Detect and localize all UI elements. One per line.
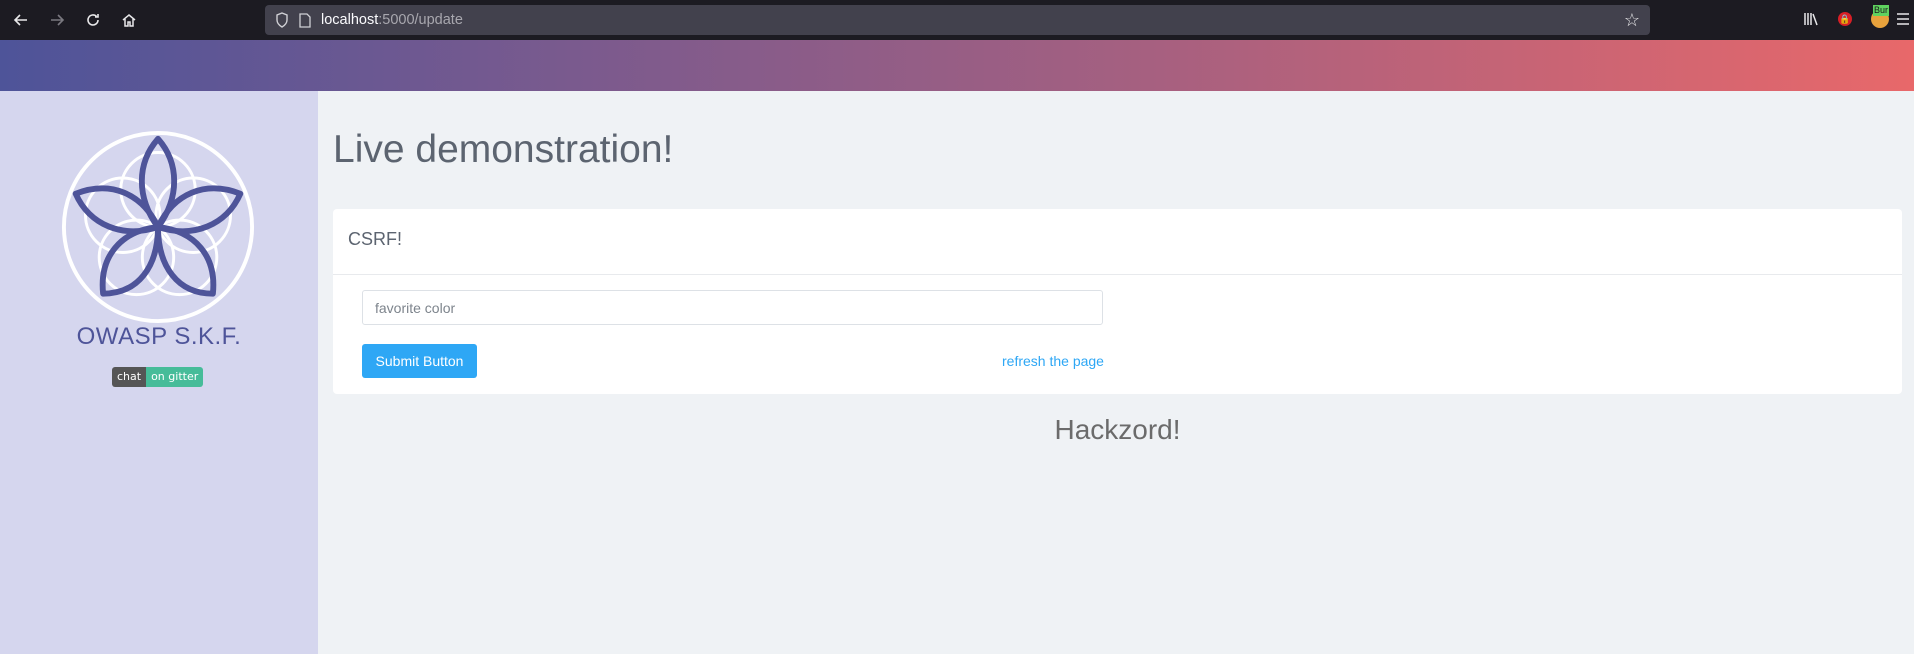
shield-icon[interactable] [275,12,289,28]
burp-extension-icon[interactable]: Bur [1869,5,1891,30]
badge-right: on gitter [146,367,204,387]
card-title: CSRF! [348,229,402,249]
back-button[interactable] [9,8,33,32]
lock-extension-icon[interactable]: 🔒 [1834,8,1856,30]
burp-label: Bur [1873,5,1890,16]
brand-name: OWASP S.K.F. [76,323,242,350]
library-icon[interactable] [1800,8,1822,30]
owasp-skf-logo[interactable] [60,129,256,325]
home-icon [122,14,136,27]
page-title: Live demonstration! [333,128,674,171]
url-path: :5000/update [378,12,463,28]
reload-button[interactable] [81,8,105,32]
hamburger-menu-icon[interactable] [1892,8,1914,30]
header-banner [0,40,1914,91]
reload-icon [87,14,99,26]
arrow-right-icon [51,14,65,26]
sidebar: OWASP S.K.F. chat on gitter [0,91,318,654]
page-icon[interactable] [299,12,311,28]
forward-button[interactable] [45,8,69,32]
star-icon[interactable]: ☆ [1624,10,1640,31]
url-host: localhost [321,12,379,28]
arrow-left-icon [13,14,27,26]
favorite-color-input[interactable] [362,290,1103,325]
badge-left: chat [112,367,147,387]
footer-text: Hackzord! [1054,414,1181,445]
refresh-link[interactable]: refresh the page [1002,353,1104,369]
browser-toolbar: localhost:5000/update ☆ 🔒 Bur [0,0,1914,40]
home-button[interactable] [117,8,141,32]
card-header: CSRF! [333,209,1902,275]
gitter-badge[interactable]: chat on gitter [112,367,204,387]
csrf-card: CSRF! Submit Button refresh the page [333,209,1902,394]
submit-button[interactable]: Submit Button [362,344,477,378]
address-bar[interactable]: localhost:5000/update ☆ [265,5,1650,35]
